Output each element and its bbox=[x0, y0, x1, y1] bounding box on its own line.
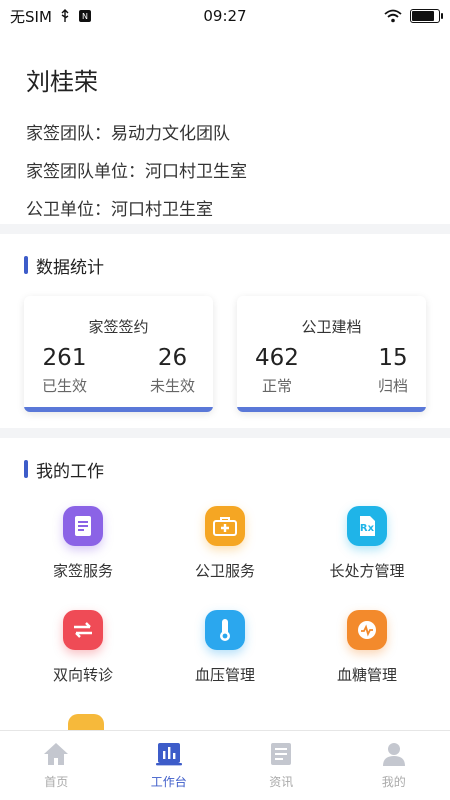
work-item-blood-glucose[interactable]: 血糖管理 bbox=[296, 604, 438, 708]
work-item-label: 双向转诊 bbox=[52, 666, 113, 684]
card-title: 家签签约 bbox=[88, 318, 149, 336]
work-item-blood-pressure[interactable]: 血压管理 bbox=[154, 604, 296, 708]
tab-label: 首页 bbox=[44, 775, 69, 789]
stats-title: 数据统计 bbox=[36, 257, 104, 278]
tab-mine[interactable]: 我的 bbox=[338, 731, 450, 800]
section-bar-icon bbox=[24, 460, 28, 478]
tab-label: 我的 bbox=[381, 775, 406, 789]
status-bar: 无SIM N 09:27 bbox=[0, 0, 450, 32]
public-health-unit: 公卫单位：河口村卫生室 bbox=[26, 200, 213, 220]
work-item-long-prescription[interactable]: Rx 长处方管理 bbox=[296, 500, 438, 604]
bottom-tab-bar: 首页 工作台 资讯 我的 bbox=[0, 730, 450, 800]
tab-home[interactable]: 首页 bbox=[0, 731, 113, 800]
profile-card: 刘桂荣 家签团队：易动力文化团队 家签团队单位：河口村卫生室 公卫单位：河口村卫… bbox=[0, 32, 450, 224]
effective-count: 261 bbox=[42, 345, 87, 371]
archived-count: 15 bbox=[378, 345, 408, 371]
family-team-unit: 家签团队单位：河口村卫生室 bbox=[26, 162, 247, 182]
work-title: 我的工作 bbox=[36, 461, 104, 482]
work-item-label: 长处方管理 bbox=[329, 562, 405, 580]
battery-icon bbox=[410, 9, 443, 23]
notification-icon: N bbox=[78, 10, 91, 22]
glucose-icon bbox=[347, 610, 387, 650]
tab-label: 工作台 bbox=[150, 775, 187, 789]
thermometer-icon bbox=[205, 610, 245, 650]
document-icon bbox=[63, 506, 103, 546]
work-item-public-health[interactable]: 公卫服务 bbox=[154, 500, 296, 604]
not-effective-label: 未生效 bbox=[149, 377, 195, 395]
work-section: 我的工作 家签服务 公卫服务 Rx 长处方管理 双向转诊 血压管理 血糖管理 bbox=[0, 438, 450, 730]
tab-workbench[interactable]: 工作台 bbox=[113, 731, 226, 800]
card-accent bbox=[24, 407, 213, 412]
section-bar-icon bbox=[24, 256, 28, 274]
stats-section: 数据统计 家签签约 261 已生效 26 未生效 公卫建档 462 正常 15 … bbox=[0, 234, 450, 428]
workbench-icon bbox=[155, 743, 182, 766]
more-work-icon[interactable] bbox=[68, 714, 104, 730]
wifi-icon bbox=[384, 9, 402, 23]
effective-label: 已生效 bbox=[42, 377, 88, 395]
normal-label: 正常 bbox=[261, 377, 292, 395]
news-icon bbox=[271, 743, 292, 765]
archived-label: 归档 bbox=[377, 377, 408, 395]
home-icon bbox=[44, 743, 69, 765]
medical-box-icon bbox=[205, 506, 245, 546]
prescription-icon: Rx bbox=[347, 506, 387, 546]
work-header: 我的工作 bbox=[0, 438, 450, 500]
tab-news[interactable]: 资讯 bbox=[225, 731, 338, 800]
family-team: 家签团队：易动力文化团队 bbox=[26, 124, 230, 144]
work-item-family-service[interactable]: 家签服务 bbox=[12, 500, 154, 604]
svg-text:N: N bbox=[82, 12, 88, 21]
work-item-label: 公卫服务 bbox=[194, 562, 255, 580]
svg-text:Rx: Rx bbox=[360, 523, 375, 534]
work-item-label: 血压管理 bbox=[194, 666, 255, 684]
usb-icon bbox=[61, 9, 69, 22]
transfer-arrows-icon bbox=[63, 610, 103, 650]
work-item-label: 血糖管理 bbox=[336, 666, 397, 684]
health-record-card[interactable]: 公卫建档 462 正常 15 归档 bbox=[237, 296, 426, 412]
normal-count: 462 bbox=[255, 345, 299, 371]
card-accent bbox=[237, 407, 426, 412]
work-item-label: 家签服务 bbox=[52, 562, 113, 580]
user-name: 刘桂荣 bbox=[26, 68, 98, 96]
user-icon bbox=[382, 743, 405, 766]
family-sign-card[interactable]: 家签签约 261 已生效 26 未生效 bbox=[24, 296, 213, 412]
work-item-two-way-referral[interactable]: 双向转诊 bbox=[12, 604, 154, 708]
card-title: 公卫建档 bbox=[301, 318, 362, 336]
carrier-text: 无SIM bbox=[10, 7, 52, 26]
tab-label: 资讯 bbox=[269, 775, 294, 789]
not-effective-count: 26 bbox=[157, 345, 188, 371]
stats-header: 数据统计 bbox=[0, 234, 450, 296]
